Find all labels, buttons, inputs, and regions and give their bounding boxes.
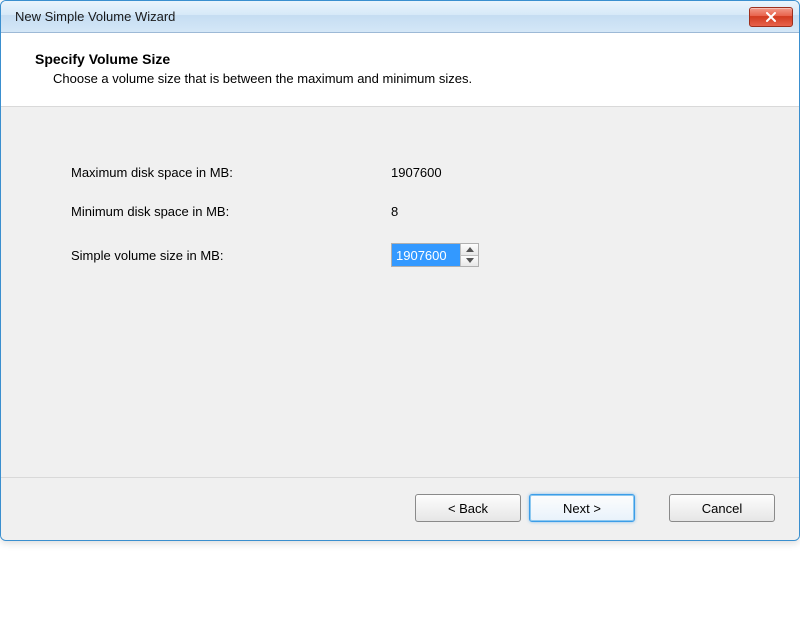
volume-size-spinner [391, 243, 479, 267]
min-space-row: Minimum disk space in MB: 8 [71, 204, 775, 219]
spinner-down-button[interactable] [461, 255, 478, 267]
close-button[interactable] [749, 7, 793, 27]
max-space-value: 1907600 [391, 165, 775, 180]
back-button[interactable]: < Back [415, 494, 521, 522]
min-space-value: 8 [391, 204, 775, 219]
next-button[interactable]: Next > [529, 494, 635, 522]
window-title: New Simple Volume Wizard [15, 9, 175, 24]
close-icon [765, 12, 777, 22]
size-row: Simple volume size in MB: [71, 243, 775, 267]
title-bar: New Simple Volume Wizard [1, 1, 799, 33]
wizard-header: Specify Volume Size Choose a volume size… [1, 33, 799, 107]
wizard-content: Maximum disk space in MB: 1907600 Minimu… [1, 107, 799, 477]
size-value-cell [391, 243, 775, 267]
wizard-dialog: New Simple Volume Wizard Specify Volume … [0, 0, 800, 541]
spinner-buttons [460, 244, 478, 266]
page-subtitle: Choose a volume size that is between the… [53, 71, 775, 86]
max-space-row: Maximum disk space in MB: 1907600 [71, 165, 775, 180]
size-label: Simple volume size in MB: [71, 248, 391, 263]
spinner-up-button[interactable] [461, 244, 478, 255]
min-space-label: Minimum disk space in MB: [71, 204, 391, 219]
button-gap [643, 494, 661, 522]
cancel-button[interactable]: Cancel [669, 494, 775, 522]
volume-size-input[interactable] [392, 244, 460, 266]
wizard-footer: < Back Next > Cancel [1, 477, 799, 540]
page-title: Specify Volume Size [35, 51, 775, 67]
chevron-down-icon [466, 258, 474, 263]
chevron-up-icon [466, 247, 474, 252]
max-space-label: Maximum disk space in MB: [71, 165, 391, 180]
